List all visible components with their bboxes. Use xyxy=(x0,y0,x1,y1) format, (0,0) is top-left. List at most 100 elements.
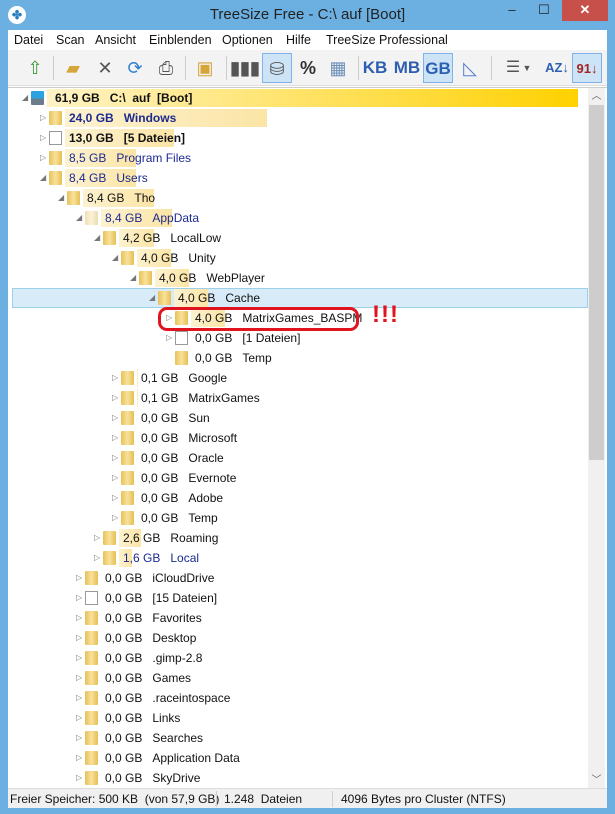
expand-arrow-icon[interactable]: ▷ xyxy=(76,713,84,723)
expand-arrow-icon[interactable]: ▷ xyxy=(166,333,174,343)
tree-row[interactable]: ◢ 4,0 GB Cache xyxy=(12,288,588,308)
tree-item-label: 8,4 GB Tho xyxy=(87,191,155,205)
collapse-arrow-icon[interactable]: ◢ xyxy=(149,293,157,303)
expand-arrow-icon[interactable]: ▷ xyxy=(112,513,120,523)
tree-row[interactable]: ▷ 0,0 GB Adobe xyxy=(8,488,588,508)
tree-row[interactable]: ▷ 0,0 GB Application Data xyxy=(8,748,588,768)
tree-row[interactable]: ◢ 8,4 GB AppData xyxy=(8,208,588,228)
expand-arrow-icon[interactable]: ▷ xyxy=(94,553,102,563)
expand-arrow-icon[interactable]: ▷ xyxy=(40,113,48,123)
expand-arrow-icon[interactable]: ▷ xyxy=(40,153,48,163)
sort-alpha-icon[interactable]: AZ↓ xyxy=(542,53,572,83)
size-view-icon[interactable]: ⛁ xyxy=(262,53,292,83)
refresh-icon[interactable]: ⟳ xyxy=(120,53,150,83)
tree-row[interactable]: ▷ 0,0 GB Searches xyxy=(8,728,588,748)
percent-button[interactable]: % xyxy=(293,53,323,83)
minimize-button[interactable]: – xyxy=(498,0,526,21)
expand-arrow-icon[interactable]: ▷ xyxy=(76,673,84,683)
expand-arrow-icon[interactable]: ▷ xyxy=(94,533,102,543)
tree-row[interactable]: ▷ 8,5 GB Program Files xyxy=(8,148,588,168)
tree-row[interactable]: ▷ 2,6 GB Roaming xyxy=(8,528,588,548)
collapse-arrow-icon[interactable]: ◢ xyxy=(76,213,84,223)
scan-folder-up-icon[interactable]: ⇧ xyxy=(20,53,50,83)
expand-arrow-icon[interactable]: ▷ xyxy=(40,133,48,143)
select-folder-icon[interactable]: ▰ xyxy=(58,53,88,83)
menu-scan[interactable]: Scan xyxy=(56,33,85,47)
tree-row[interactable]: ▷ 0,0 GB Games xyxy=(8,668,588,688)
tree-row[interactable]: ▷ 0,0 GB [15 Dateien] xyxy=(8,588,588,608)
tree-row[interactable]: ▷ 0,0 GB .raceintospace xyxy=(8,688,588,708)
expand-arrow-icon[interactable]: ▷ xyxy=(112,393,120,403)
tree-row[interactable]: ▷ 0,0 GB .gimp-2.8 xyxy=(8,648,588,668)
menu-datei[interactable]: Datei xyxy=(14,33,43,47)
tree-row[interactable]: ▷ 1,6 GB Local xyxy=(8,548,588,568)
tree-row[interactable]: ◢ 8,4 GB Users xyxy=(8,168,588,188)
print-icon[interactable]: ⎙ xyxy=(151,53,181,83)
collapse-arrow-icon[interactable]: ◢ xyxy=(40,173,48,183)
tree-row[interactable]: ◢ 61,9 GB C:\ auf [Boot] xyxy=(8,88,588,108)
expand-arrow-icon[interactable]: ▷ xyxy=(112,373,120,383)
folder-icon xyxy=(121,371,134,385)
sort-size-icon[interactable]: 91↓ xyxy=(572,53,602,83)
expand-arrow-icon[interactable]: ▷ xyxy=(76,773,84,783)
grid-icon[interactable]: ▦ xyxy=(323,53,353,83)
collapse-arrow-icon[interactable]: ◢ xyxy=(130,273,138,283)
tree-row[interactable]: ▷ 0,0 GB SkyDrive xyxy=(8,768,588,788)
tree-row[interactable]: ▷ 0,0 GB [1 Dateien] xyxy=(8,328,588,348)
tree-row[interactable]: ▷ 0,1 GB MatrixGames xyxy=(8,388,588,408)
gb-button[interactable]: GB xyxy=(423,53,453,83)
expand-arrow-icon[interactable]: ▷ xyxy=(76,733,84,743)
close-button[interactable]: ✕ xyxy=(562,0,608,21)
menu-einblenden[interactable]: Einblenden xyxy=(149,33,212,47)
tree-row[interactable]: ▷ 0,0 GB Links xyxy=(8,708,588,728)
menu-hilfe[interactable]: Hilfe xyxy=(286,33,311,47)
expand-arrow-icon[interactable]: ▷ xyxy=(76,633,84,643)
auto-unit-icon[interactable]: ◺ xyxy=(455,53,485,83)
expand-arrow-icon[interactable]: ▷ xyxy=(76,593,84,603)
expand-arrow-icon[interactable]: ▷ xyxy=(112,433,120,443)
tree-row[interactable]: ▷ 0,0 GB iCloudDrive xyxy=(8,568,588,588)
vertical-scrollbar[interactable]: ︿ ﹀ xyxy=(588,88,605,788)
expand-arrow-icon[interactable]: ▷ xyxy=(76,613,84,623)
tree-row[interactable]: ◢ 8,4 GB Tho xyxy=(8,188,588,208)
tree-row[interactable]: ◢ 4,0 GB WebPlayer xyxy=(8,268,588,288)
tree-row[interactable]: ▷ 0,0 GB Oracle xyxy=(8,448,588,468)
explorer-folder-icon[interactable]: ▣ xyxy=(190,53,220,83)
expand-arrow-icon[interactable]: ▷ xyxy=(112,473,120,483)
maximize-button[interactable]: ☐ xyxy=(530,0,558,21)
columns-icon[interactable]: ▮▮▮ xyxy=(230,53,260,83)
tree-row[interactable]: ◢ 4,0 GB Unity xyxy=(8,248,588,268)
expand-arrow-icon[interactable]: ▷ xyxy=(112,493,120,503)
expand-arrow-icon[interactable]: ▷ xyxy=(76,693,84,703)
menu-optionen[interactable]: Optionen xyxy=(222,33,273,47)
collapse-arrow-icon[interactable]: ◢ xyxy=(58,193,66,203)
expand-arrow-icon[interactable]: ▷ xyxy=(76,753,84,763)
expand-arrow-icon[interactable]: ▷ xyxy=(112,453,120,463)
tree-row[interactable]: ▷ 0,0 GB Sun xyxy=(8,408,588,428)
tree-row[interactable]: ▷ 24,0 GB Windows xyxy=(8,108,588,128)
menu-treesize-professional[interactable]: TreeSize Professional xyxy=(326,33,448,47)
collapse-arrow-icon[interactable]: ◢ xyxy=(22,93,30,103)
expand-arrow-icon[interactable]: ▷ xyxy=(112,413,120,423)
collapse-arrow-icon[interactable]: ◢ xyxy=(94,233,102,243)
tree-row[interactable]: ▷ 0,0 GB Microsoft xyxy=(8,428,588,448)
scroll-down-icon[interactable]: ﹀ xyxy=(588,772,605,788)
menu-ansicht[interactable]: Ansicht xyxy=(95,33,136,47)
tree-row[interactable]: ▷ 0,0 GB Desktop xyxy=(8,628,588,648)
tree-row[interactable]: ▷ 0,0 GB Evernote xyxy=(8,468,588,488)
scrollbar-thumb[interactable] xyxy=(589,105,604,460)
tree-row[interactable]: ◢ 4,2 GB LocalLow xyxy=(8,228,588,248)
expand-arrow-icon[interactable]: ▷ xyxy=(76,653,84,663)
collapse-arrow-icon[interactable]: ◢ xyxy=(112,253,120,263)
tree-row[interactable]: ▷ 0,0 GB Temp xyxy=(8,508,588,528)
expand-arrow-icon[interactable]: ▷ xyxy=(76,573,84,583)
dropdown-arrow-icon[interactable]: ▼ xyxy=(520,53,534,83)
tree-row[interactable]: ▷ 0,0 GB Favorites xyxy=(8,608,588,628)
kb-button[interactable]: KB xyxy=(360,53,390,83)
tree-row[interactable]: ▷ 13,0 GB [5 Dateien] xyxy=(8,128,588,148)
tree-row[interactable]: 0,0 GB Temp xyxy=(8,348,588,368)
scroll-up-icon[interactable]: ︿ xyxy=(588,88,605,105)
tree-row[interactable]: ▷ 0,1 GB Google xyxy=(8,368,588,388)
stop-icon[interactable]: ✕ xyxy=(90,53,120,83)
mb-button[interactable]: MB xyxy=(392,53,422,83)
